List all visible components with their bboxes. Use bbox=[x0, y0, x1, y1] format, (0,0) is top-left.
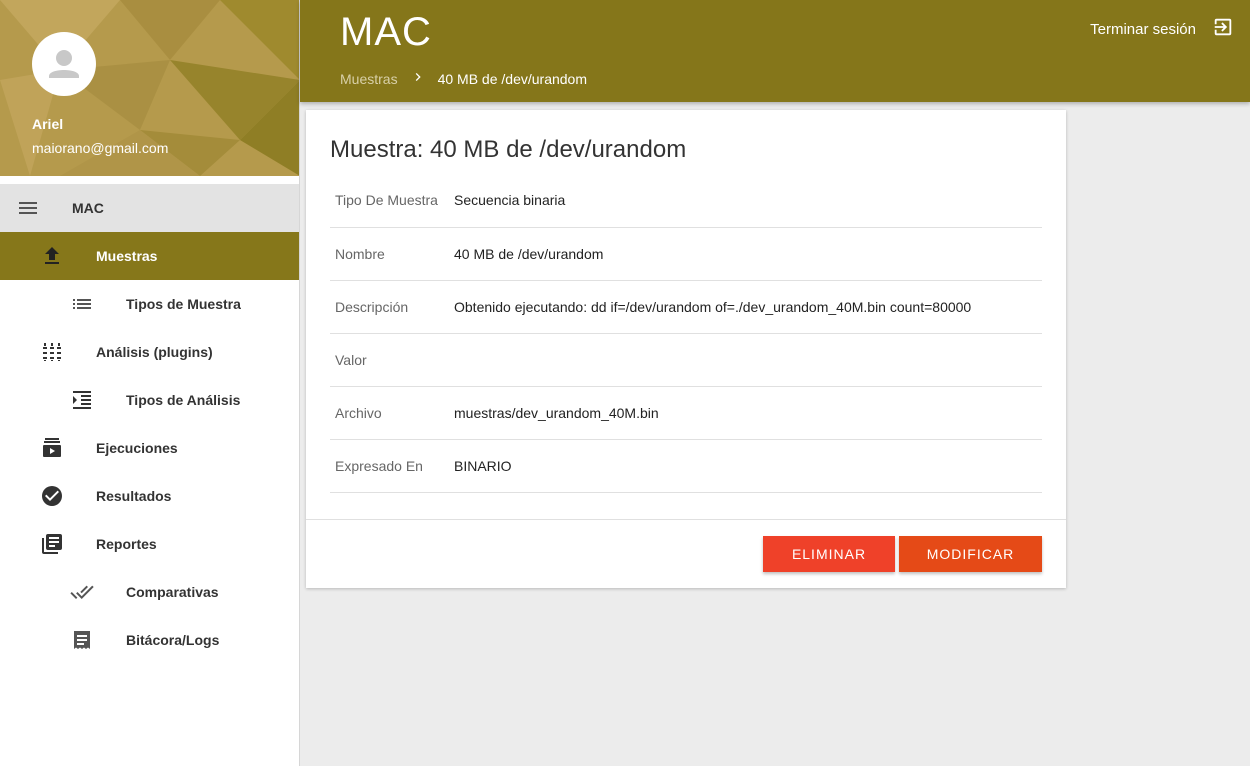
list-icon bbox=[70, 292, 94, 316]
app-title: MAC bbox=[340, 10, 432, 54]
field-value: Obtenido ejecutando: dd if=/dev/urandom … bbox=[454, 280, 1042, 334]
table-row: Nombre 40 MB de /dev/urandom bbox=[330, 227, 1042, 281]
field-label: Expresado En bbox=[330, 439, 454, 493]
done-all-icon bbox=[70, 580, 94, 604]
sidebar: Ariel maiorano@gmail.com MAC Muestras Ti… bbox=[0, 0, 300, 766]
field-label: Valor bbox=[330, 333, 454, 387]
sidebar-item-label: Ejecuciones bbox=[96, 440, 178, 456]
format-indent-icon bbox=[70, 388, 94, 412]
check-circle-icon bbox=[40, 484, 64, 508]
sidebar-item-reportes[interactable]: Reportes bbox=[0, 520, 299, 568]
sidebar-item-bitacora[interactable]: Bitácora/Logs bbox=[0, 616, 299, 664]
menu-header-label: MAC bbox=[72, 200, 104, 216]
table-row: Valor bbox=[330, 333, 1042, 387]
breadcrumb-current: 40 MB de /dev/urandom bbox=[437, 70, 587, 87]
field-label: Archivo bbox=[330, 386, 454, 440]
field-value bbox=[454, 333, 1042, 387]
table-row: Tipo De Muestra Secuencia binaria bbox=[330, 174, 1042, 228]
user-name: Ariel bbox=[32, 116, 64, 132]
receipt-icon bbox=[70, 628, 94, 652]
sample-detail-card: Muestra: 40 MB de /dev/urandom Tipo De M… bbox=[306, 110, 1066, 588]
field-value: Secuencia binaria bbox=[454, 174, 1042, 228]
detail-table: Tipo De Muestra Secuencia binaria Nombre… bbox=[330, 174, 1042, 493]
sidebar-item-tipos-de-muestra[interactable]: Tipos de Muestra bbox=[0, 280, 299, 328]
user-email: maiorano@gmail.com bbox=[32, 140, 169, 156]
sidebar-item-label: Comparativas bbox=[126, 584, 219, 600]
table-row: Expresado En BINARIO bbox=[330, 439, 1042, 493]
sidebar-item-muestras[interactable]: Muestras bbox=[0, 232, 299, 280]
sidebar-item-label: Reportes bbox=[96, 536, 157, 552]
equalizer-icon bbox=[40, 340, 64, 364]
sidebar-item-tipos-de-analisis[interactable]: Tipos de Análisis bbox=[0, 376, 299, 424]
field-label: Descripción bbox=[330, 280, 454, 334]
sidebar-item-label: Tipos de Muestra bbox=[126, 296, 241, 312]
sidebar-item-label: Resultados bbox=[96, 488, 172, 504]
sidebar-item-label: Análisis (plugins) bbox=[96, 344, 213, 360]
breadcrumb: Muestras 40 MB de /dev/urandom bbox=[340, 69, 587, 88]
breadcrumb-muestras[interactable]: Muestras bbox=[340, 71, 398, 87]
sidebar-nav: Muestras Tipos de Muestra Análisis (plug… bbox=[0, 232, 299, 664]
menu-header[interactable]: MAC bbox=[0, 184, 299, 232]
delete-button[interactable]: Eliminar bbox=[763, 536, 895, 572]
avatar bbox=[32, 32, 96, 96]
sidebar-item-analisis[interactable]: Análisis (plugins) bbox=[0, 328, 299, 376]
top-bar: MAC Terminar sesión Muestras 40 MB de /d… bbox=[300, 0, 1250, 102]
logout-label: Terminar sesión bbox=[1090, 21, 1196, 38]
field-value: BINARIO bbox=[454, 439, 1042, 493]
profile-header: Ariel maiorano@gmail.com bbox=[0, 0, 299, 176]
sidebar-item-comparativas[interactable]: Comparativas bbox=[0, 568, 299, 616]
field-value: muestras/dev_urandom_40M.bin bbox=[454, 386, 1042, 440]
chevron-right-icon bbox=[410, 69, 426, 88]
exit-icon bbox=[1212, 16, 1234, 43]
field-label: Tipo De Muestra bbox=[330, 174, 454, 228]
menu-icon[interactable] bbox=[16, 196, 40, 225]
table-row: Archivo muestras/dev_urandom_40M.bin bbox=[330, 386, 1042, 440]
queue-play-icon bbox=[40, 436, 64, 460]
library-books-icon bbox=[40, 532, 64, 556]
sidebar-item-label: Tipos de Análisis bbox=[126, 392, 241, 408]
sidebar-item-label: Bitácora/Logs bbox=[126, 632, 220, 648]
person-icon bbox=[49, 50, 79, 78]
sidebar-item-label: Muestras bbox=[96, 248, 158, 264]
modify-button[interactable]: Modificar bbox=[899, 536, 1042, 572]
logout-button[interactable]: Terminar sesión bbox=[1090, 16, 1234, 43]
field-value: 40 MB de /dev/urandom bbox=[454, 227, 1042, 281]
sidebar-item-resultados[interactable]: Resultados bbox=[0, 472, 299, 520]
card-divider bbox=[306, 519, 1066, 520]
sidebar-item-ejecuciones[interactable]: Ejecuciones bbox=[0, 424, 299, 472]
field-label: Nombre bbox=[330, 227, 454, 281]
table-row: Descripción Obtenido ejecutando: dd if=/… bbox=[330, 280, 1042, 334]
page-title: Muestra: 40 MB de /dev/urandom bbox=[330, 136, 687, 163]
upload-icon bbox=[40, 244, 64, 268]
